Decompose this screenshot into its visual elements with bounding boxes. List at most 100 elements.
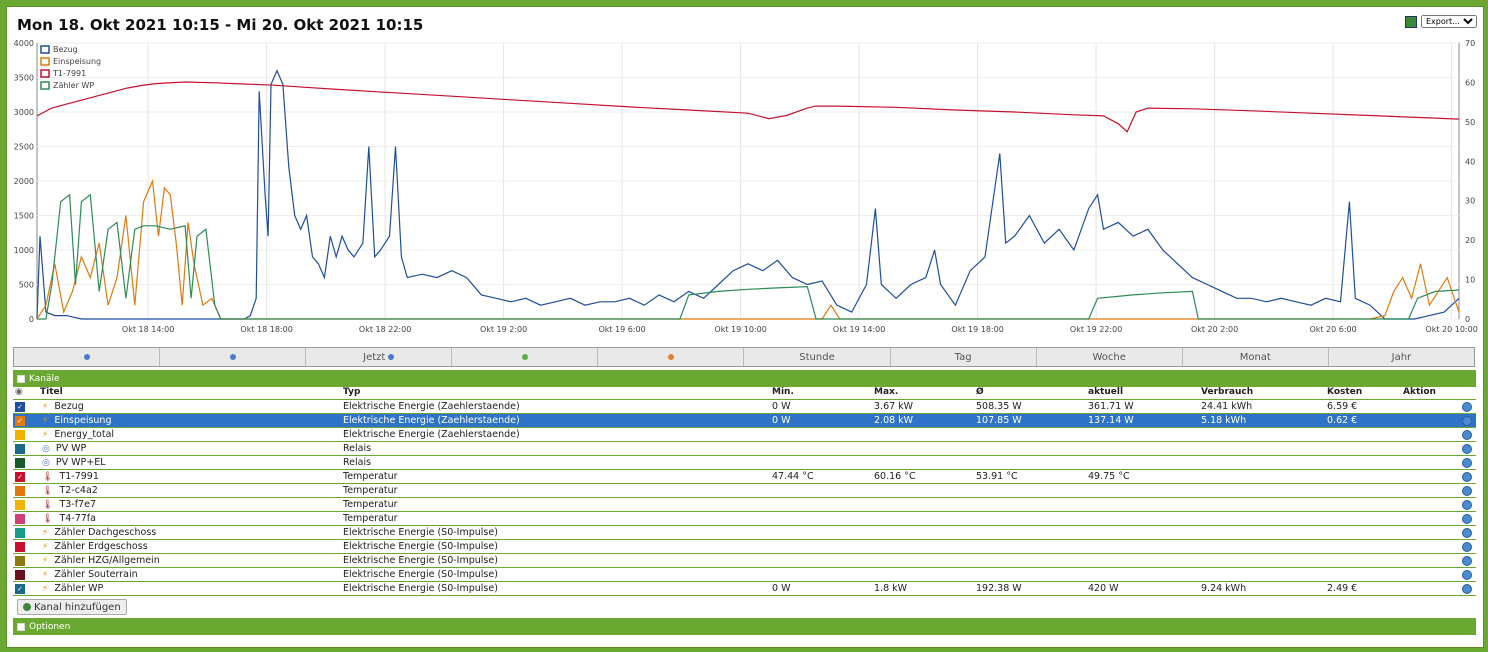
table-row[interactable]: ⚡ Zähler Souterrain Elektrische Energie (S… [13,567,1476,582]
nav-button-monat[interactable]: Monat [1183,348,1329,366]
rewind-icon [83,354,90,360]
channel-info-icon[interactable] [1462,443,1472,454]
column-header: Titel [38,385,341,400]
y-right-tick-label: 10 [1465,276,1475,285]
nav-button-zoom-in[interactable] [452,348,599,366]
table-row[interactable]: 🌡 T4-77fa Temperatur [13,511,1476,526]
channel-title: Zähler WP [54,583,104,594]
channel-usage [1199,483,1325,498]
nav-button-jetzt[interactable]: Jetzt [306,348,453,366]
channel-visibility-checkbox[interactable] [15,429,25,440]
nav-button-forward[interactable] [160,348,307,366]
channel-visibility-checkbox[interactable] [15,541,25,552]
channel-visibility-checkbox[interactable] [15,555,25,566]
nav-button-jahr[interactable]: Jahr [1329,348,1474,366]
table-row[interactable]: ⚡ Zähler Erdgeschoss Elektrische Energie (… [13,539,1476,554]
channel-usage [1199,497,1325,512]
table-row[interactable]: ⚡ Zähler Dachgeschoss Elektrische Energie … [13,525,1476,540]
channel-title: Bezug [54,401,84,412]
nav-button-rewind[interactable] [14,348,161,366]
channel-cost [1325,441,1401,456]
channel-usage [1199,455,1325,470]
channel-info-icon[interactable] [1462,527,1472,538]
channel-current [1086,483,1199,498]
channel-info-icon[interactable] [1462,541,1472,552]
nav-button-woche[interactable]: Woche [1037,348,1183,366]
channel-current: 420 W [1086,581,1199,596]
nav-button-stunde[interactable]: Stunde [744,348,891,366]
table-row[interactable]: ◎ PV WP Relais [13,441,1476,456]
channel-visibility-checkbox[interactable] [15,443,25,454]
channel-min [770,483,872,498]
y-right-tick-label: 50 [1465,118,1475,127]
channel-info-icon[interactable] [1462,429,1472,440]
export-select[interactable]: Export... [1421,15,1477,28]
channel-info-icon[interactable] [1462,485,1472,496]
channel-info-icon[interactable] [1462,555,1472,566]
table-row[interactable]: ⚡ Zähler HZG/Allgemein Elektrische Energie… [13,553,1476,568]
channel-title: T3-f7e7 [59,499,96,510]
channel-visibility-checkbox[interactable]: ✓ [15,471,25,482]
add-channel-button[interactable]: Kanal hinzufügen [17,599,127,615]
channel-visibility-checkbox[interactable] [15,569,25,580]
legend-swatch [40,57,50,66]
channel-cost [1325,511,1401,526]
channel-info-icon[interactable] [1462,513,1472,524]
table-row[interactable]: 🌡 T3-f7e7 Temperatur [13,497,1476,512]
options-title: Optionen [29,621,71,632]
channel-info-icon[interactable] [1462,499,1472,510]
channel-info-icon[interactable] [1462,415,1472,426]
nav-button-tag[interactable]: Tag [891,348,1037,366]
channel-title: Einspeisung [54,415,112,426]
channel-usage: 9.24 kWh [1199,581,1325,596]
nav-button-zoom-out[interactable] [598,348,745,366]
table-row[interactable]: ✓ 🌡 T1-7991 Temperatur 47.44 °C 60.16 °C 53.91… [13,469,1476,484]
y-left-tick-label: 1000 [14,246,34,255]
options-header[interactable]: Optionen [13,618,1476,635]
column-header: Max. [872,385,974,400]
nav-button-label: Jetzt [363,351,386,363]
table-row[interactable]: 🌡 T2-c4a2 Temperatur [13,483,1476,498]
channel-title: Energy_total [54,429,115,440]
lightning-icon: ⚡ [42,401,49,412]
channel-cost: 2.49 € [1325,581,1401,596]
channel-min [770,567,872,582]
y-left-tick-label: 2500 [14,143,34,152]
channel-min: 0 W [770,413,872,428]
x-tick-label: Okt 18 22:00 [359,325,411,334]
channel-max [872,567,974,582]
channel-type: Elektrische Energie (Zaehlerstaende) [341,413,770,428]
channel-avg [974,455,1086,470]
time-navigation: Jetzt Stunde Tag Woche Monat Jahr [13,347,1475,367]
channel-visibility-checkbox[interactable] [15,527,25,538]
channel-max [872,553,974,568]
channel-visibility-checkbox[interactable]: ✓ [15,415,25,426]
channel-info-icon[interactable] [1462,471,1472,482]
channel-min: 0 W [770,581,872,596]
channel-visibility-checkbox[interactable]: ✓ [15,401,25,412]
channel-current: 361.71 W [1086,399,1199,414]
channel-visibility-checkbox[interactable] [15,499,25,510]
thermometer-icon: 🌡 [42,485,54,496]
forward-icon [229,354,236,360]
table-row[interactable]: ✓ ⚡ Zähler WP Elektrische Energie (S0-Impul… [13,581,1476,596]
table-row[interactable]: ✓ ⚡ Einspeisung Elektrische Energie (Zaehle… [13,413,1476,428]
channel-visibility-checkbox[interactable]: ✓ [15,583,25,594]
table-row[interactable]: ◎ PV WP+EL Relais [13,455,1476,470]
channel-current: 137.14 W [1086,413,1199,428]
x-tick-label: Okt 20 6:00 [1309,325,1356,334]
channel-info-icon[interactable] [1462,401,1472,412]
channel-visibility-checkbox[interactable] [15,485,25,496]
x-tick-label: Okt 20 2:00 [1191,325,1238,334]
lightning-icon: ⚡ [42,555,49,566]
channel-info-icon[interactable] [1462,583,1472,594]
channel-info-icon[interactable] [1462,569,1472,580]
channel-visibility-checkbox[interactable] [15,513,25,524]
table-row[interactable]: ⚡ Energy_total Elektrische Energie (Zaehle… [13,427,1476,442]
legend-label: T1-7991 [52,69,86,78]
channel-visibility-checkbox[interactable] [15,457,25,468]
channel-info-icon[interactable] [1462,457,1472,468]
table-row[interactable]: ✓ ⚡ Bezug Elektrische Energie (Zaehlerstaen… [13,399,1476,414]
channel-cost: 6.59 € [1325,399,1401,414]
y-right-tick-label: 20 [1465,236,1475,245]
